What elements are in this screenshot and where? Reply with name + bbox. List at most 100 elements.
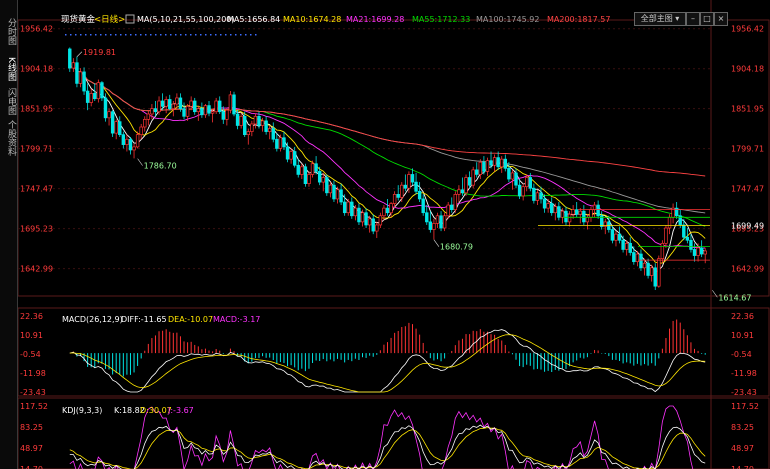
- tab-kline[interactable]: K线图: [0, 54, 16, 84]
- instrument-name: 现货黄金: [61, 14, 96, 25]
- close-button[interactable]: ×: [714, 12, 728, 26]
- candle-body: [392, 193, 397, 204]
- candle-body: [414, 181, 418, 192]
- candle-body: [532, 187, 536, 201]
- candle-body: [592, 204, 597, 211]
- right-price-tick: 1642.99: [731, 265, 764, 274]
- candle-body: [114, 121, 118, 134]
- candle-body: [68, 48, 72, 69]
- candle-body: [375, 224, 379, 232]
- candle-body: [664, 227, 668, 244]
- candle-body: [267, 128, 272, 132]
- minimize-button[interactable]: –: [686, 12, 700, 26]
- tab-intraday[interactable]: 分时图: [0, 16, 16, 46]
- macd-panel: [69, 319, 706, 393]
- candle-body: [385, 207, 390, 214]
- macd-diff-line: [69, 329, 706, 393]
- tab-flash-chart[interactable]: 闪电图: [0, 86, 16, 116]
- candle-body: [250, 123, 254, 132]
- ma-settings-icon[interactable]: [125, 14, 135, 24]
- marker-dot: [70, 34, 72, 36]
- candle-body: [175, 97, 179, 105]
- candle-body: [328, 184, 333, 194]
- candle-body: [93, 92, 97, 100]
- left-price-tick: 1851.95: [20, 105, 53, 114]
- candle-body: [228, 94, 233, 111]
- candle-body: [478, 161, 483, 175]
- ma55-value: MA55:1712.33: [412, 15, 470, 24]
- marker-dot: [230, 34, 232, 36]
- candle-body: [257, 115, 261, 126]
- candle-body: [357, 207, 361, 223]
- marker-dot: [110, 34, 112, 36]
- marker-dot: [195, 34, 197, 36]
- kdj-tick: 48.97: [20, 444, 43, 453]
- candle-body: [96, 82, 101, 100]
- candle-body: [235, 113, 240, 126]
- candle-body: [507, 167, 511, 180]
- candle-body: [160, 100, 165, 107]
- candle-body: [146, 113, 151, 120]
- candle-body: [574, 209, 579, 215]
- marker-dot: [115, 34, 117, 36]
- candle-body: [571, 209, 575, 215]
- annotation-label: 1786.70: [144, 162, 177, 171]
- marker-dot: [75, 34, 77, 36]
- candle-body: [528, 177, 532, 189]
- marker-dot: [210, 34, 212, 36]
- marker-dot: [145, 34, 147, 36]
- right-price-tick: 1851.95: [731, 105, 764, 114]
- marker-dot: [155, 34, 157, 36]
- marker-dot: [175, 34, 177, 36]
- candle-body: [278, 137, 283, 149]
- candle-body: [407, 174, 411, 189]
- candle-body: [553, 206, 557, 214]
- candle-body: [125, 138, 129, 145]
- marker-dot: [125, 34, 127, 36]
- marker-dot: [150, 34, 152, 36]
- candle-body: [403, 184, 408, 189]
- candle-body: [296, 164, 300, 175]
- left-price-tick: 1956.42: [20, 25, 53, 34]
- candle-body: [517, 184, 522, 197]
- macd-tick-right: 10.91: [731, 331, 754, 340]
- marker-dot: [80, 34, 82, 36]
- marker-dot: [100, 34, 102, 36]
- kdj-tick-right: 48.97: [731, 444, 754, 453]
- candle-body: [642, 262, 647, 269]
- ma100-value: MA100:1745.92: [476, 15, 539, 24]
- kdj-title: KDJ(9,3,3): [62, 406, 102, 415]
- marker-dot: [90, 34, 92, 36]
- macd-dea: DEA:-10.07: [168, 315, 213, 324]
- candle-body: [182, 108, 186, 117]
- kdj-tick: 117.52: [20, 402, 48, 411]
- candle-body: [464, 177, 468, 194]
- candle-body: [596, 204, 600, 217]
- candle-body: [193, 100, 197, 113]
- candle-body: [653, 267, 657, 287]
- candle-body: [699, 247, 704, 255]
- ma200-value: MA200:1817.57: [547, 15, 610, 24]
- main-chart-select-label: 全部主图: [640, 14, 673, 23]
- marker-dot: [190, 34, 192, 36]
- candle-body: [239, 115, 243, 126]
- macd-title: MACD(26,12,9): [62, 315, 123, 324]
- maximize-button[interactable]: □: [700, 12, 714, 26]
- kdj-tick: 14.70: [20, 465, 43, 469]
- candle-body: [139, 126, 143, 136]
- ma10-value: MA10:1674.28: [283, 15, 341, 24]
- marker-dot: [240, 34, 242, 36]
- candle-body: [428, 221, 433, 230]
- kdj-j-line: [69, 405, 694, 469]
- chart-canvas[interactable]: 1919.811786.701680.791614.67 1956.42 1956…: [18, 0, 770, 469]
- candle-body: [232, 94, 236, 115]
- candle-body: [667, 216, 672, 229]
- candle-body: [364, 212, 368, 226]
- candle-body: [460, 189, 465, 194]
- main-chart-select[interactable]: 全部主图 ▾: [634, 12, 686, 26]
- tab-stock-profile[interactable]: 个股资料: [0, 118, 16, 158]
- candle-body: [646, 262, 650, 276]
- period-label[interactable]: <日线>: [94, 14, 125, 25]
- candle-body: [75, 62, 79, 84]
- candle-body: [496, 157, 500, 168]
